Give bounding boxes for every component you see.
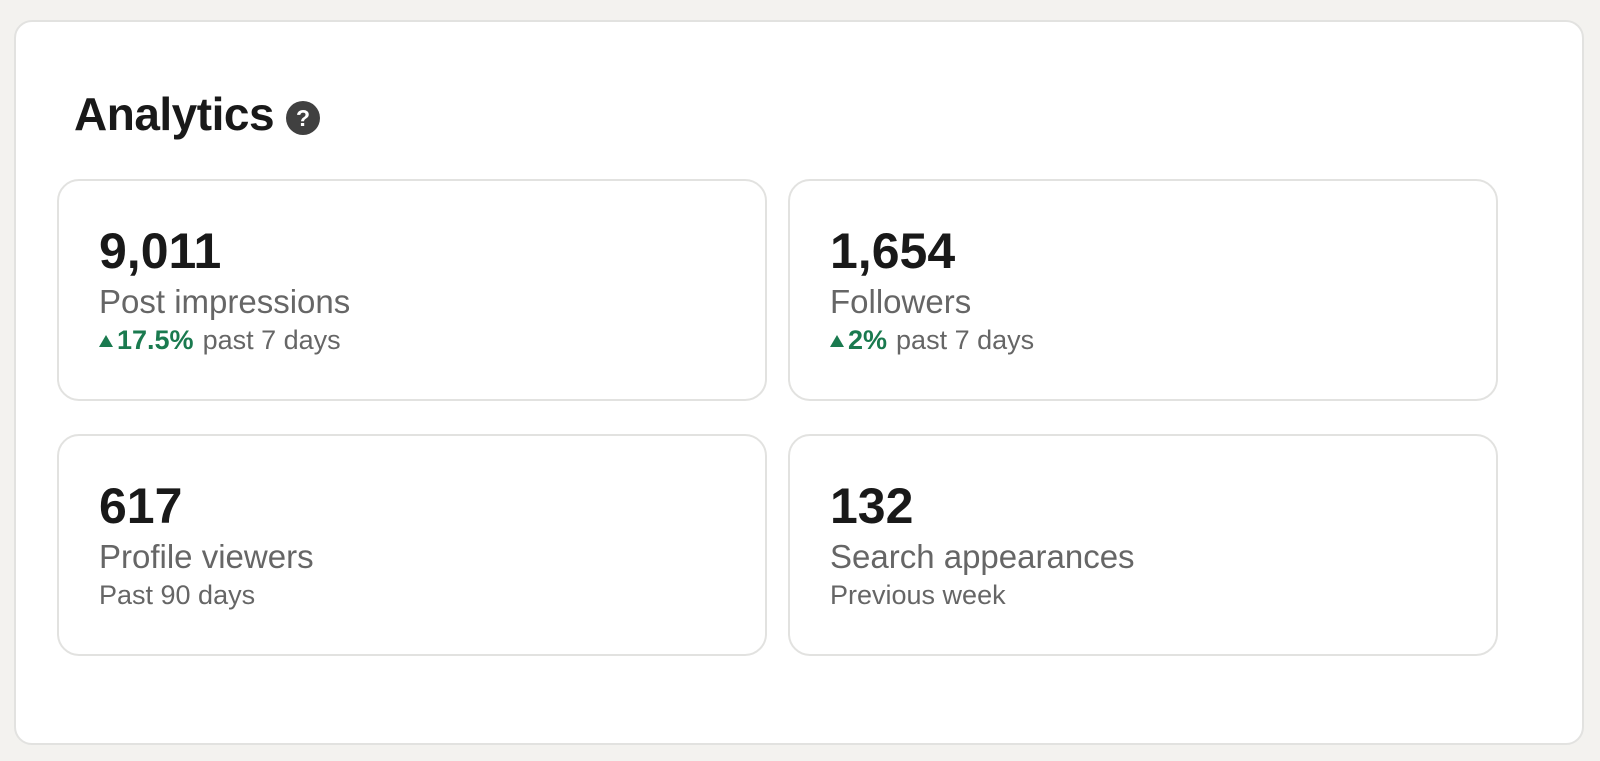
trend-percent: 2%	[848, 325, 888, 355]
search-appearances-label: Search appearances	[830, 538, 1135, 575]
trend-period: past 7 days	[202, 325, 341, 355]
trend-period: past 7 days	[896, 325, 1035, 355]
followers-card[interactable]: 1,654 Followers 2% past 7 days	[788, 179, 1498, 401]
trend-percent: 17.5%	[117, 325, 194, 355]
post-impressions-card[interactable]: 9,011 Post impressions 17.5% past 7 days	[57, 179, 767, 401]
post-impressions-trend: 17.5% past 7 days	[99, 324, 341, 356]
followers-label: Followers	[830, 283, 972, 320]
analytics-header: Analytics ?	[74, 86, 321, 142]
profile-viewers-card[interactable]: 617 Profile viewers Past 90 days	[57, 434, 767, 656]
post-impressions-label: Post impressions	[99, 283, 351, 320]
profile-viewers-value: 617	[99, 478, 183, 534]
followers-trend: 2% past 7 days	[830, 324, 1034, 356]
search-appearances-card[interactable]: 132 Search appearances Previous week	[788, 434, 1498, 656]
profile-viewers-label: Profile viewers	[99, 538, 314, 575]
page-title: Analytics	[74, 88, 275, 140]
followers-value: 1,654	[830, 223, 956, 279]
post-impressions-value: 9,011	[99, 223, 222, 279]
search-appearances-period: Previous week	[830, 580, 1006, 610]
help-icon[interactable]: ?	[286, 101, 321, 135]
search-appearances-value: 132	[830, 478, 914, 534]
triangle-up-icon	[99, 335, 113, 347]
triangle-up-icon	[830, 335, 844, 347]
profile-viewers-period: Past 90 days	[99, 580, 256, 610]
